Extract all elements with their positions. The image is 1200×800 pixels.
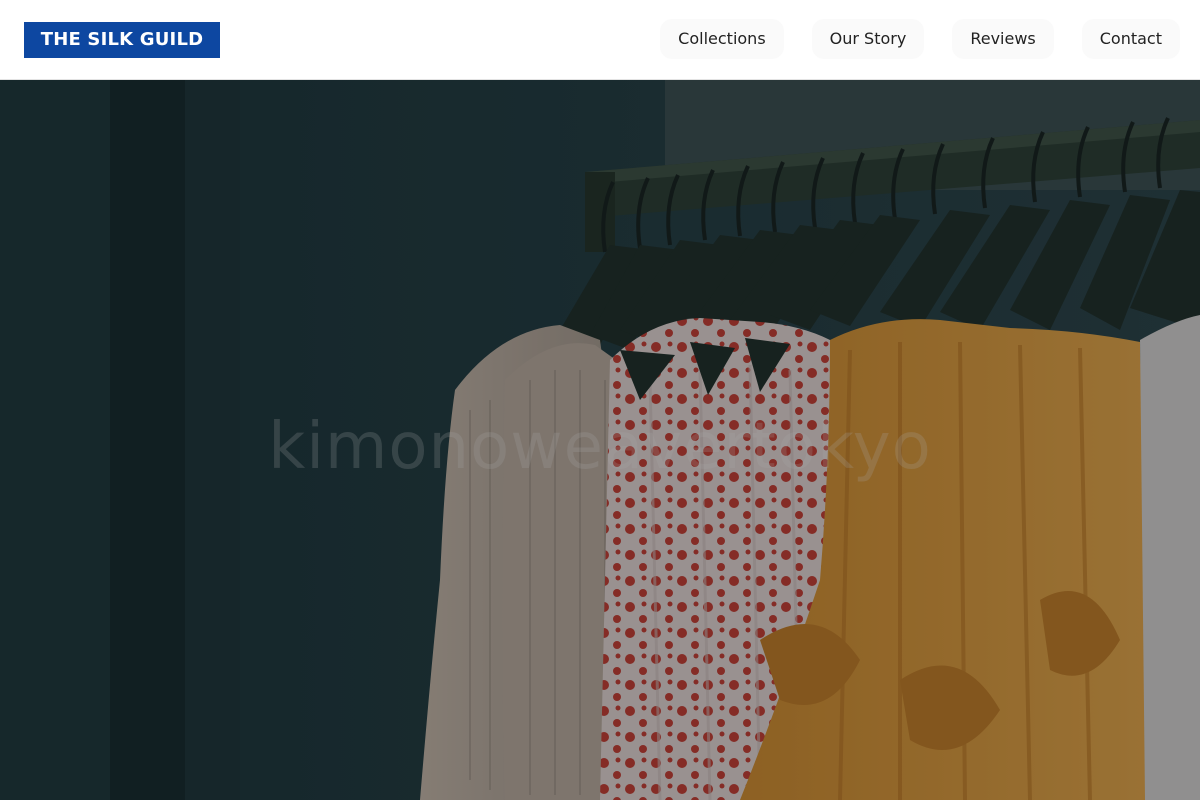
brand-logo[interactable]: THE SILK GUILD [24,22,220,58]
main-nav: Collections Our Story Reviews Contact [660,19,1180,59]
nav-item-collections[interactable]: Collections [660,19,784,59]
nav-item-our-story[interactable]: Our Story [811,19,925,59]
nav-item-reviews[interactable]: Reviews [952,19,1054,59]
hero-section: kimonoweavertokyo [0,80,1200,800]
hero-image [0,80,1200,800]
site-header: THE SILK GUILD Collections Our Story Rev… [0,0,1200,80]
nav-item-contact[interactable]: Contact [1081,19,1180,59]
